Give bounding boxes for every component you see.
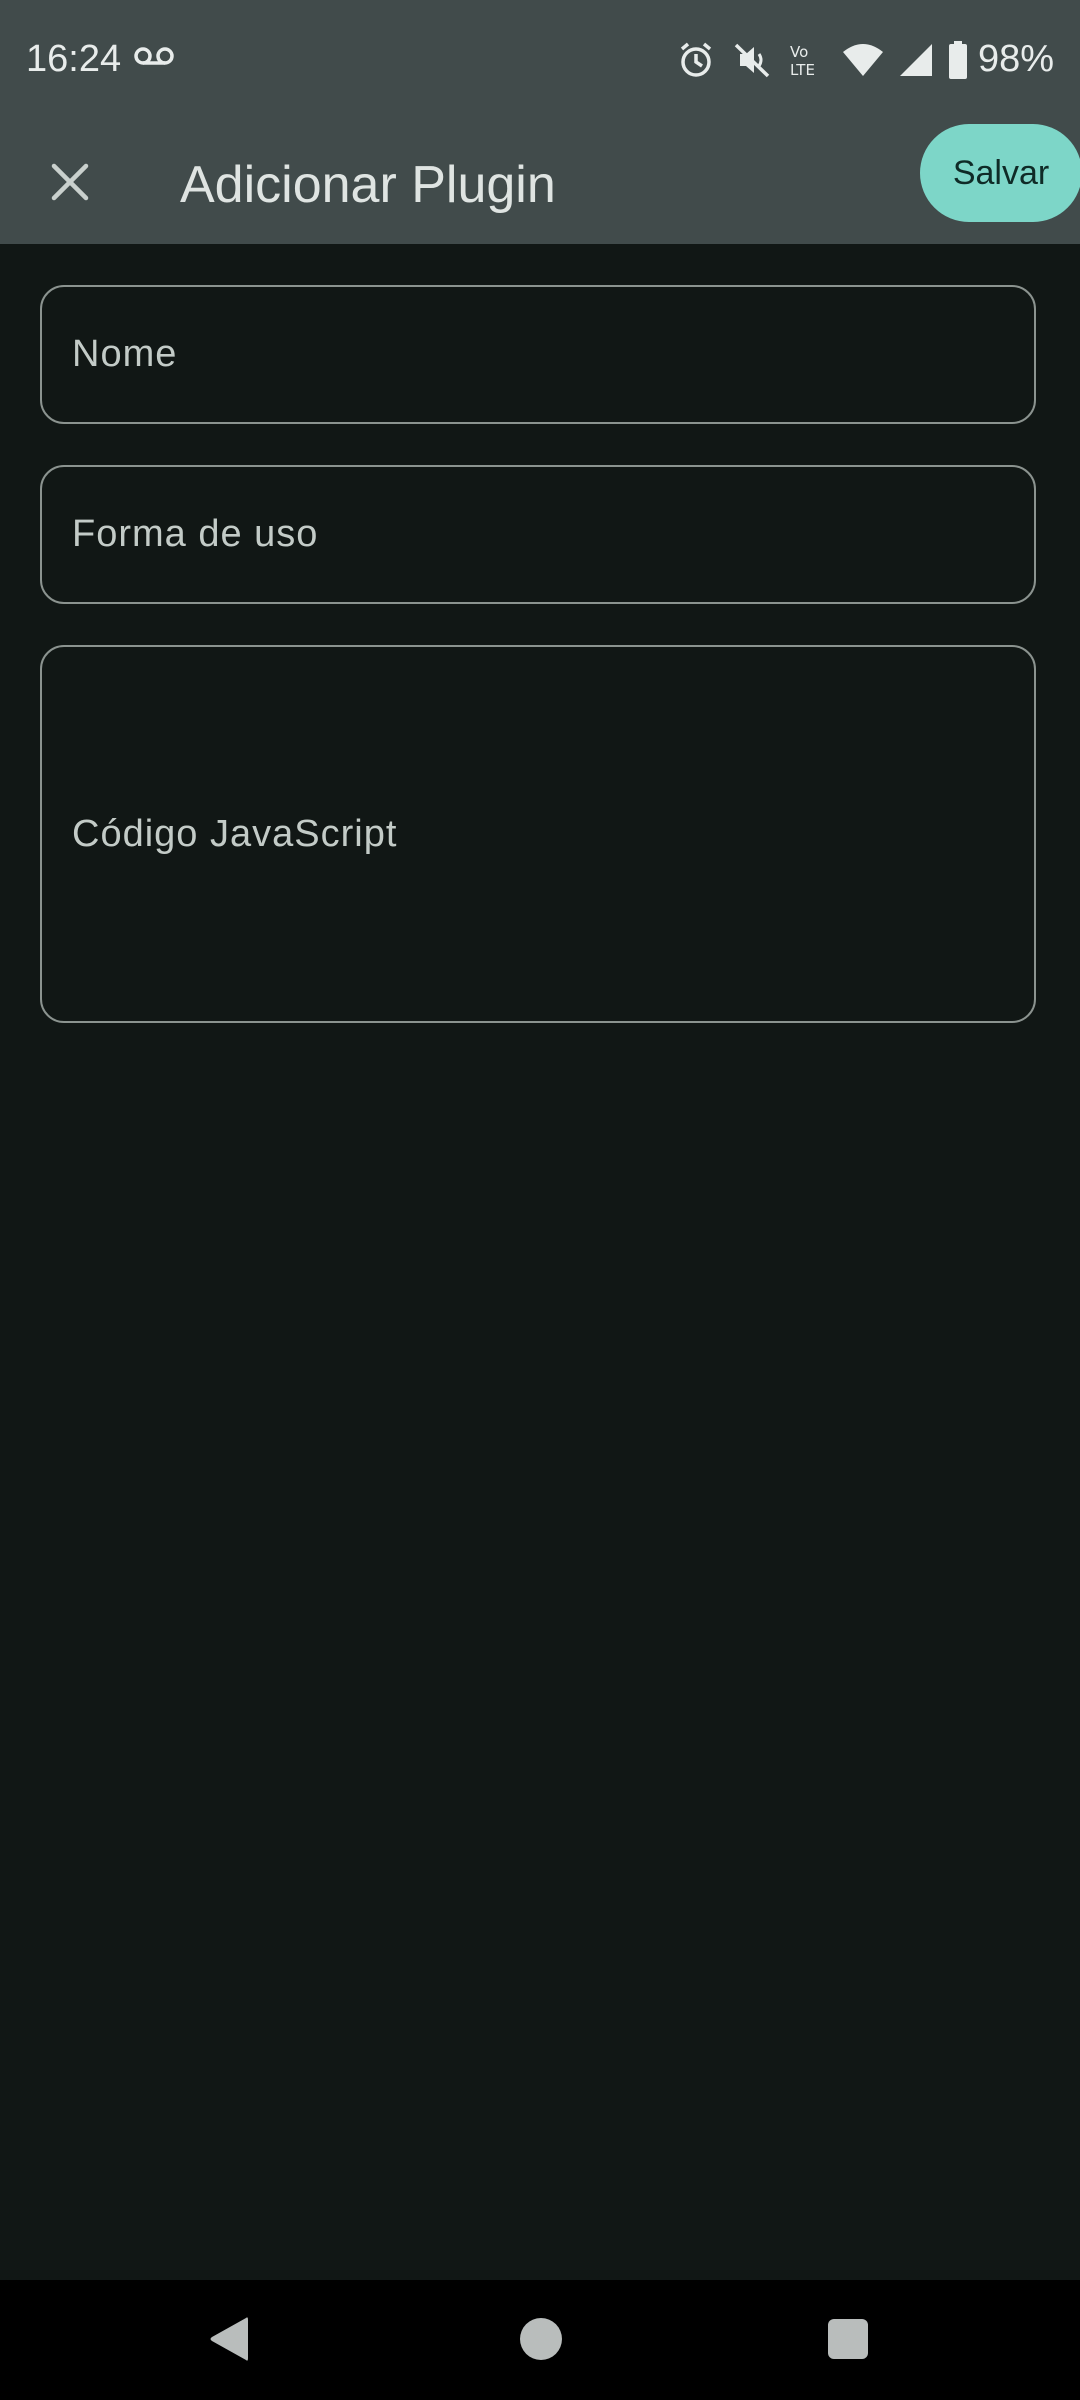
signal-icon [898,42,934,78]
vibrate-off-icon [730,40,774,80]
svg-text:LTE: LTE [790,61,815,79]
name-field[interactable]: Nome [40,285,1036,424]
voicemail-icon [134,46,174,71]
svg-text:Vo: Vo [790,43,808,61]
navigation-bar [0,2280,1080,2400]
save-button[interactable]: Salvar [920,124,1080,222]
name-field-label: Nome [72,333,178,375]
home-icon[interactable] [520,2318,562,2360]
javascript-code-field-label: Código JavaScript [72,812,398,855]
usage-field[interactable]: Forma de uso [40,465,1036,604]
app-bar: Adicionar Plugin Salvar [0,124,1080,244]
javascript-code-field[interactable]: Código JavaScript [40,645,1036,1023]
back-icon[interactable] [206,2314,250,2369]
close-icon [51,163,89,201]
wifi-icon [842,42,884,78]
battery-percentage: 98% [977,38,1054,80]
status-time: 16:24 [26,38,122,80]
page-title: Adicionar Plugin [180,156,556,214]
status-bar: 16:24 Vo LTE 98% [0,0,1080,126]
battery-icon [948,40,968,79]
close-button[interactable] [34,146,106,218]
status-icons: Vo LTE 98% [676,38,1054,81]
volte-icon: Vo LTE [788,40,828,80]
recents-icon[interactable] [828,2319,868,2359]
usage-field-label: Forma de uso [72,513,319,555]
alarm-icon [676,40,716,80]
